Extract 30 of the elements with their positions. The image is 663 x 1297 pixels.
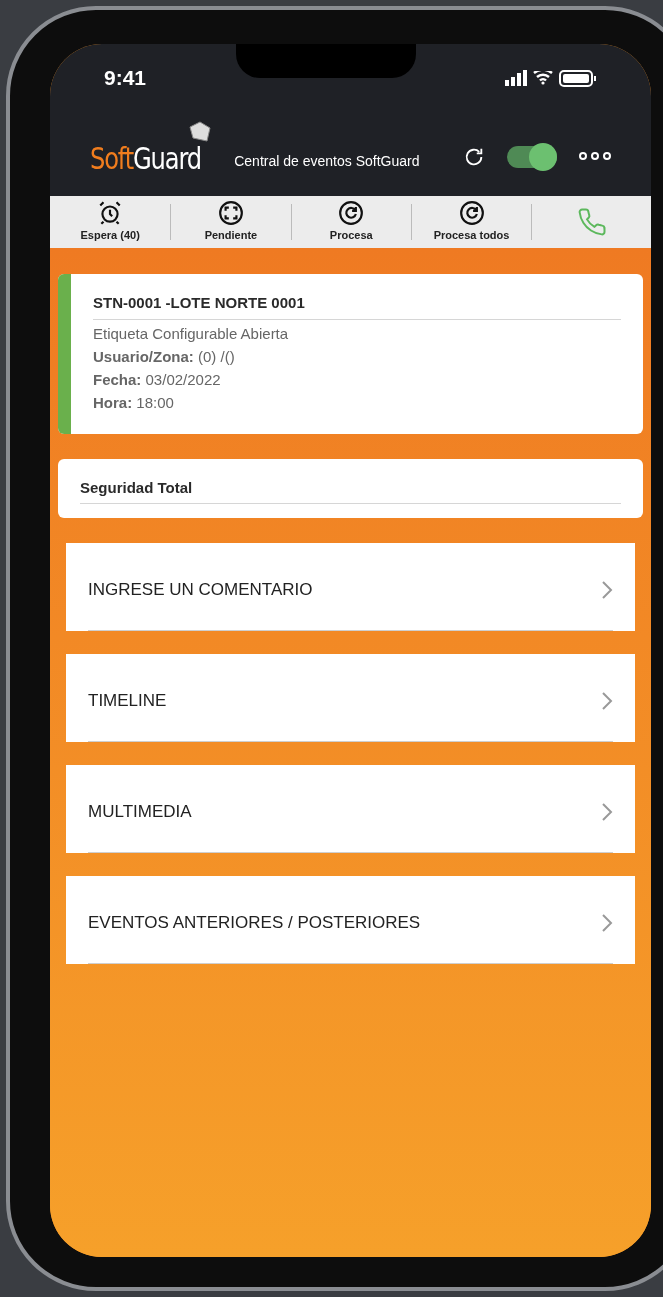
- menu-item[interactable]: EVENTOS ANTERIORES / POSTERIORES: [66, 876, 636, 964]
- wifi-icon: [533, 71, 554, 85]
- menu-item[interactable]: INGRESE UN COMENTARIO: [66, 543, 636, 631]
- app-logo: SoftGuard: [90, 121, 213, 174]
- event-subtitle: Etiqueta Configurable Abierta: [93, 323, 290, 344]
- chevron-right-icon: [601, 690, 614, 711]
- refresh-circle-icon: [338, 200, 365, 227]
- menu-item[interactable]: MULTIMEDIA: [66, 765, 636, 853]
- toolbar-button[interactable]: Procesa todos: [411, 196, 532, 248]
- toolbar-button[interactable]: Pendiente: [171, 196, 291, 248]
- toolbar-button[interactable]: Procesa: [291, 196, 411, 248]
- event-field: Hora: 18:00: [93, 390, 622, 414]
- phone-icon: [576, 207, 607, 237]
- header-title: Central de eventos SoftGuard: [234, 152, 420, 171]
- event-title: STN-0001 -LOTE NORTE 0001: [93, 292, 622, 320]
- more-options-icon[interactable]: [579, 152, 612, 160]
- focus-frame-icon: [217, 200, 244, 227]
- event-field: Fecha: 03/02/2022: [93, 367, 622, 391]
- menu-item[interactable]: TIMELINE: [66, 654, 636, 742]
- toggle-switch[interactable]: [507, 146, 558, 168]
- signal-icon: [505, 70, 528, 86]
- chevron-right-icon: [601, 912, 614, 933]
- refresh-circle-icon: [458, 200, 485, 227]
- chevron-right-icon: [601, 579, 614, 600]
- status-time: 9:41: [104, 65, 147, 92]
- event-field: Usuario/Zona: (0) /(): [93, 344, 622, 368]
- toolbar-button[interactable]: Espera (40): [50, 196, 171, 248]
- group-title: Seguridad Total: [80, 476, 622, 504]
- battery-icon: [559, 69, 598, 87]
- chevron-right-icon: [601, 801, 614, 822]
